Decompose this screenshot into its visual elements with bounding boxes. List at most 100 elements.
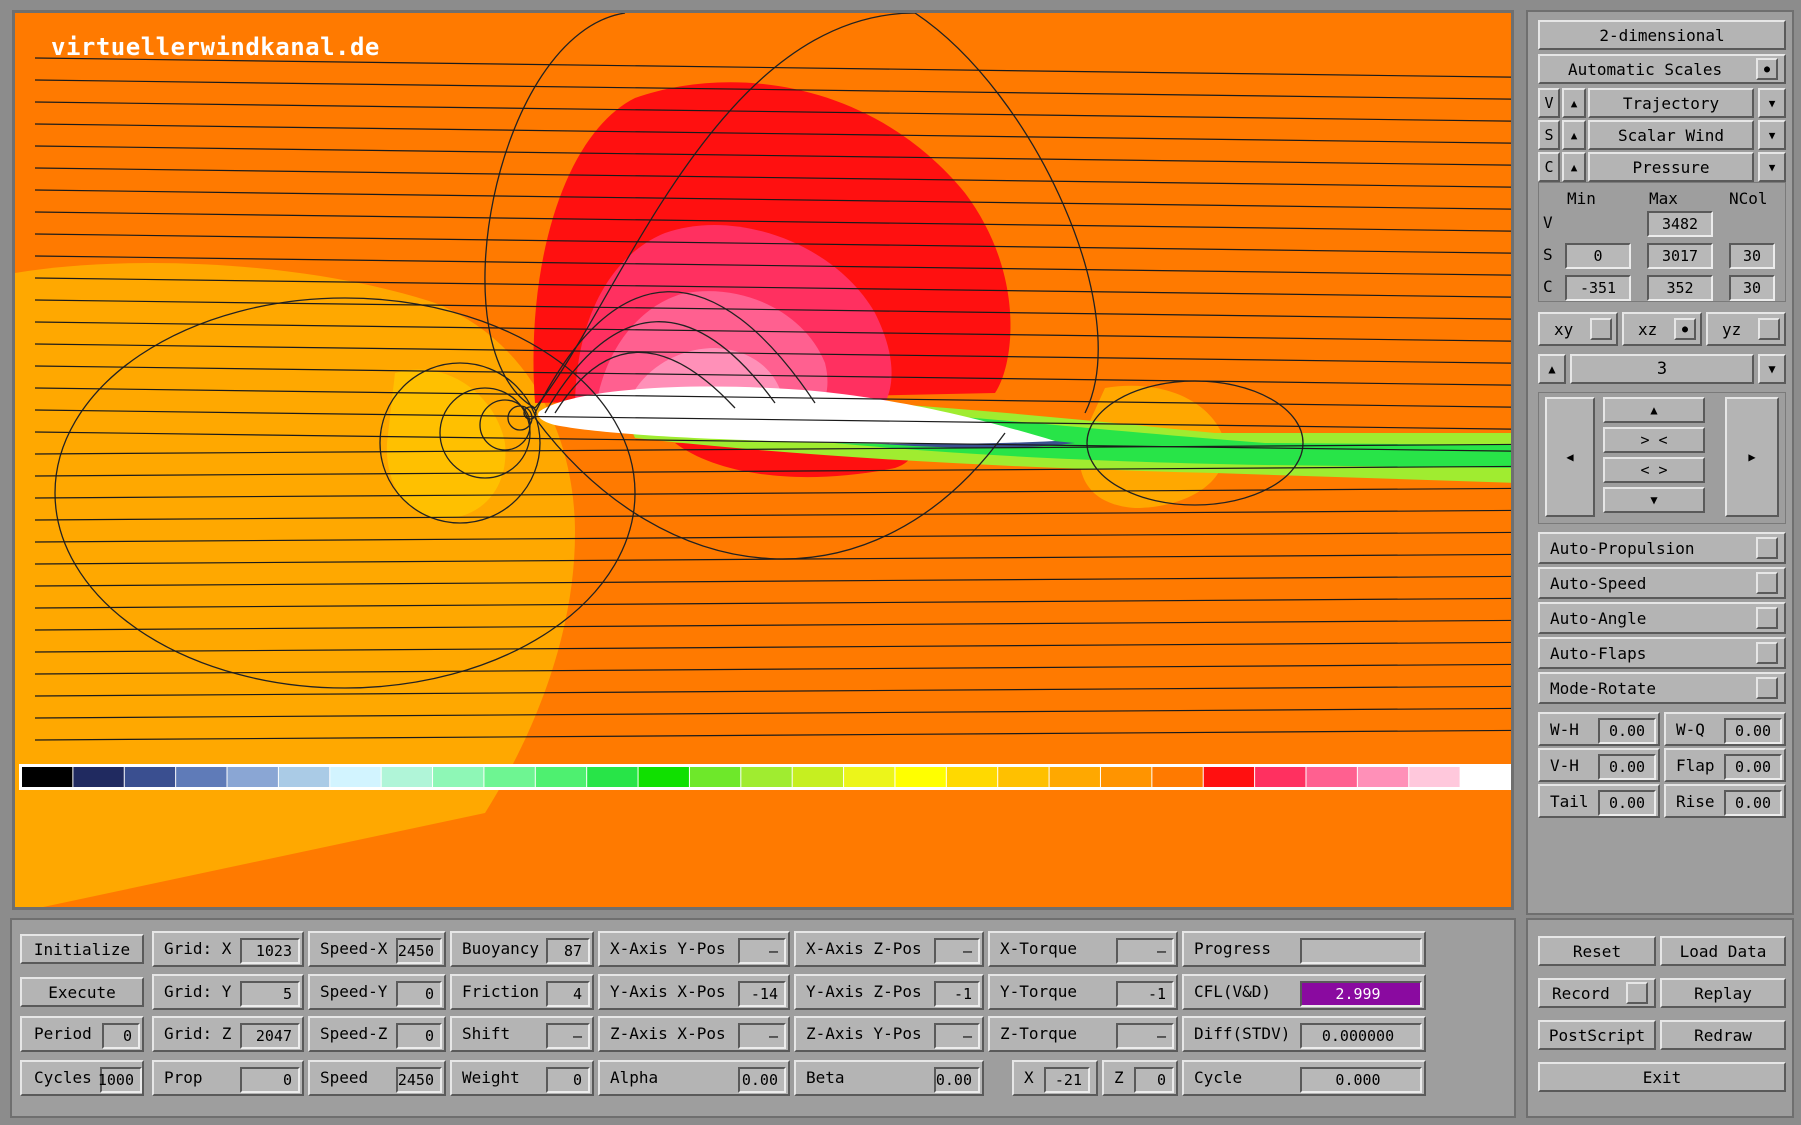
field-value[interactable]: 0 [546,1067,590,1093]
auto-scales-checkbox[interactable]: ● [1756,58,1778,80]
scale-c-max[interactable]: 352 [1647,275,1713,301]
param-value[interactable]: 0.00 [1724,754,1782,780]
plane-xz-checkbox[interactable]: ● [1674,318,1696,340]
field-label: Grid: X [164,939,232,958]
execute-button[interactable]: Execute [20,977,144,1007]
nav-left-button[interactable]: ◀ [1545,397,1595,517]
slice-down-button[interactable]: ▼ [1758,354,1786,384]
exit-button[interactable]: Exit [1538,1062,1786,1092]
field-value[interactable]: 0.00 [738,1067,786,1093]
record-button[interactable]: Record [1538,978,1656,1008]
z-value[interactable]: 0 [1134,1067,1174,1093]
zoom-out-button[interactable]: < > [1603,457,1705,483]
scale-c-ncol[interactable]: 30 [1729,275,1775,301]
field-value[interactable]: -14 [738,981,786,1007]
field-value[interactable]: 1023 [240,938,300,964]
field-value[interactable]: 0 [396,1023,442,1049]
plane-xy-checkbox[interactable] [1590,318,1612,340]
scale-c-min[interactable]: -351 [1565,275,1631,301]
selector-dropdown-button[interactable]: ▼ [1758,88,1786,118]
field-value[interactable]: — [738,938,786,964]
toggle-auto-propulsion[interactable]: Auto-Propulsion [1538,532,1786,564]
selector-prev-button[interactable]: ▲ [1562,152,1586,182]
field-value[interactable]: 0.000 [1300,1067,1422,1093]
scale-v-max[interactable]: 3482 [1647,211,1713,237]
simulation-viewport[interactable]: virtuellerwindkanal.de [12,10,1514,910]
record-checkbox[interactable] [1626,982,1648,1004]
plane-xz-toggle[interactable]: xz ● [1622,312,1702,346]
colorbar-swatch [1357,767,1409,787]
param-value[interactable]: 0.00 [1724,718,1782,744]
field-value[interactable]: 2450 [396,1067,442,1093]
field-value[interactable]: 2047 [240,1023,300,1049]
auto-scales-row[interactable]: Automatic Scales ● [1538,54,1786,84]
scale-s-max[interactable]: 3017 [1647,243,1713,269]
toggle-auto-angle[interactable]: Auto-Angle [1538,602,1786,634]
field-y-axis-z-pos: Y-Axis Z-Pos -1 [794,974,984,1010]
field-value[interactable]: 2450 [396,938,442,964]
load-data-button[interactable]: Load Data [1660,936,1786,966]
plane-xy-toggle[interactable]: xy [1538,312,1618,346]
field-value[interactable]: — [1116,1023,1174,1049]
period-value[interactable]: 0 [102,1023,140,1049]
field-buoyancy: Buoyancy 87 [450,931,594,967]
nav-right-button[interactable]: ▶ [1725,397,1779,517]
selector-dropdown-button[interactable]: ▼ [1758,120,1786,150]
plane-yz-toggle[interactable]: yz [1706,312,1786,346]
postscript-button[interactable]: PostScript [1538,1020,1656,1050]
zoom-in-button[interactable]: > < [1603,427,1705,453]
param-value[interactable]: 0.00 [1724,790,1782,816]
selector-value[interactable]: Scalar Wind [1588,120,1754,150]
field-value[interactable]: 87 [546,938,590,964]
selector-value[interactable]: Pressure [1588,152,1754,182]
selector-dropdown-button[interactable]: ▼ [1758,152,1786,182]
scale-s-min[interactable]: 0 [1565,243,1631,269]
colorbar-swatch [1460,767,1511,787]
x-value[interactable]: -21 [1044,1067,1090,1093]
toggle-checkbox[interactable] [1756,677,1778,699]
cycles-value[interactable]: 1000 [98,1067,142,1093]
selector-prev-button[interactable]: ▲ [1562,120,1586,150]
initialize-button[interactable]: Initialize [20,934,144,964]
param-label: Rise [1676,791,1715,811]
dimension-button[interactable]: 2-dimensional [1538,20,1786,50]
field-value[interactable]: — [738,1023,786,1049]
field-value[interactable]: — [934,1023,980,1049]
toggle-checkbox[interactable] [1756,607,1778,629]
param-value[interactable]: 0.00 [1598,790,1656,816]
field-value[interactable] [1300,938,1422,964]
field-value[interactable]: 4 [546,981,590,1007]
field-value[interactable]: -1 [1116,981,1174,1007]
field-value[interactable]: 2.999 [1300,981,1422,1007]
field-label: Speed-X [320,939,388,958]
toggle-auto-flaps[interactable]: Auto-Flaps [1538,637,1786,669]
field-value[interactable]: -1 [934,981,980,1007]
reset-button[interactable]: Reset [1538,936,1656,966]
plane-yz-checkbox[interactable] [1758,318,1780,340]
field-value[interactable]: 5 [240,981,300,1007]
field-value[interactable]: 0.000000 [1300,1023,1422,1049]
nav-up-button[interactable]: ▲ [1603,397,1705,423]
selector-value[interactable]: Trajectory [1588,88,1754,118]
field-value[interactable]: — [546,1023,590,1049]
toggle-checkbox[interactable] [1756,537,1778,559]
toggle-auto-speed[interactable]: Auto-Speed [1538,567,1786,599]
field-value[interactable]: 0 [240,1067,300,1093]
field-value[interactable]: — [934,938,980,964]
param-value[interactable]: 0.00 [1598,718,1656,744]
toggle-mode-rotate[interactable]: Mode-Rotate [1538,672,1786,704]
field-value[interactable]: 0.00 [934,1067,980,1093]
nav-down-button[interactable]: ▼ [1603,487,1705,513]
toggle-checkbox[interactable] [1756,572,1778,594]
replay-button[interactable]: Replay [1660,978,1786,1008]
field-label: X-Torque [1000,939,1078,958]
slice-value[interactable]: 3 [1570,354,1754,384]
slice-up-button[interactable]: ▲ [1538,354,1566,384]
field-value[interactable]: — [1116,938,1174,964]
selector-prev-button[interactable]: ▲ [1562,88,1586,118]
field-value[interactable]: 0 [396,981,442,1007]
redraw-button[interactable]: Redraw [1660,1020,1786,1050]
scale-s-ncol[interactable]: 30 [1729,243,1775,269]
toggle-checkbox[interactable] [1756,642,1778,664]
param-value[interactable]: 0.00 [1598,754,1656,780]
